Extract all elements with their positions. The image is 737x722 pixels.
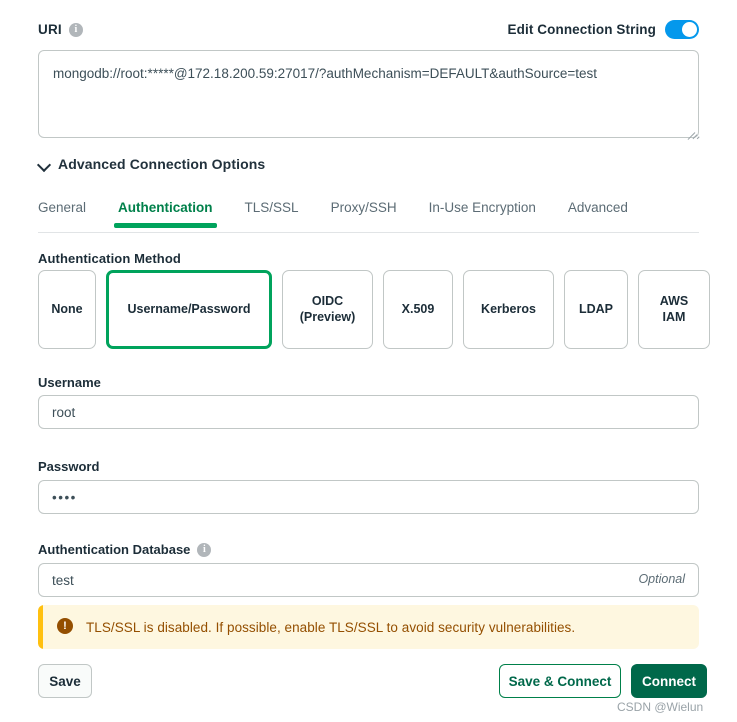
- username-input[interactable]: [38, 395, 699, 429]
- auth-method-oidc-label: OIDC (Preview): [300, 294, 356, 325]
- uri-input[interactable]: mongodb://root:*****@172.18.200.59:27017…: [38, 50, 699, 138]
- auth-method-username-password-label: Username/Password: [127, 301, 251, 316]
- banner-accent-bar: [38, 605, 43, 649]
- auth-method-x509-label: X.509: [401, 301, 435, 316]
- connection-options-tabs: General Authentication TLS/SSL Proxy/SSH…: [38, 196, 699, 228]
- username-label: Username: [38, 375, 101, 390]
- authentication-method-label: Authentication Method: [38, 251, 181, 266]
- auth-method-kerberos-label: Kerberos: [481, 301, 536, 316]
- tab-in-use-encryption[interactable]: In-Use Encryption: [429, 196, 536, 225]
- tls-warning-text: TLS/SSL is disabled. If possible, enable…: [86, 619, 576, 635]
- info-icon[interactable]: i: [197, 542, 212, 557]
- auth-method-x509[interactable]: X.509: [383, 270, 453, 349]
- auth-method-oidc-line1: OIDC: [311, 293, 344, 308]
- auth-method-none[interactable]: None: [38, 270, 96, 349]
- authentication-database-input[interactable]: [38, 563, 699, 597]
- auth-method-username-password[interactable]: Username/Password: [106, 270, 272, 349]
- save-and-connect-button[interactable]: Save & Connect: [499, 664, 621, 698]
- edit-connection-string-group: Edit Connection String: [508, 20, 699, 39]
- password-input[interactable]: [38, 480, 699, 514]
- tab-tls-ssl[interactable]: TLS/SSL: [245, 196, 299, 225]
- auth-method-aws-iam[interactable]: AWS IAM: [638, 270, 710, 349]
- auth-method-oidc[interactable]: OIDC (Preview): [282, 270, 373, 349]
- chevron-down-icon: [38, 158, 51, 171]
- advanced-connection-options-toggle[interactable]: Advanced Connection Options: [38, 156, 265, 172]
- auth-method-aws-iam-line1: AWS: [659, 293, 689, 308]
- auth-method-ldap-label: LDAP: [578, 301, 614, 316]
- authentication-database-label: Authentication Database: [38, 542, 191, 557]
- auth-method-none-label: None: [51, 301, 83, 316]
- uri-label: URI: [38, 22, 62, 37]
- tls-warning-banner: TLS/SSL is disabled. If possible, enable…: [38, 605, 699, 649]
- info-icon[interactable]: i: [68, 22, 83, 37]
- auth-method-kerberos[interactable]: Kerberos: [463, 270, 554, 349]
- authentication-method-group: None Username/Password OIDC (Preview) X.…: [38, 270, 710, 349]
- auth-method-aws-iam-label: AWS IAM: [660, 294, 688, 325]
- tab-advanced[interactable]: Advanced: [568, 196, 628, 225]
- advanced-connection-options-label: Advanced Connection Options: [58, 156, 266, 172]
- edit-connection-string-label: Edit Connection String: [507, 22, 656, 37]
- connect-button[interactable]: Connect: [631, 664, 707, 698]
- tabs-divider: [38, 232, 699, 233]
- password-label: Password: [38, 459, 100, 474]
- auth-method-ldap[interactable]: LDAP: [564, 270, 628, 349]
- uri-label-group: URI i: [38, 22, 83, 37]
- auth-method-oidc-line2: (Preview): [299, 309, 356, 324]
- tab-authentication[interactable]: Authentication: [114, 196, 217, 228]
- warning-icon: !: [57, 618, 73, 634]
- edit-connection-string-toggle[interactable]: [665, 20, 699, 39]
- uri-header-row: URI i Edit Connection String: [38, 20, 699, 39]
- toggle-knob: [682, 22, 697, 37]
- connection-settings-panel: URI i Edit Connection String mongodb://r…: [0, 0, 737, 722]
- tab-proxy-ssh[interactable]: Proxy/SSH: [331, 196, 397, 225]
- save-button[interactable]: Save: [38, 664, 92, 698]
- tab-general[interactable]: General: [38, 196, 86, 225]
- watermark: CSDN @Wielun: [617, 700, 704, 714]
- auth-method-aws-iam-line2: IAM: [662, 309, 686, 324]
- authentication-database-optional-hint: Optional: [638, 572, 685, 586]
- authentication-database-label-group: Authentication Database i: [38, 542, 212, 557]
